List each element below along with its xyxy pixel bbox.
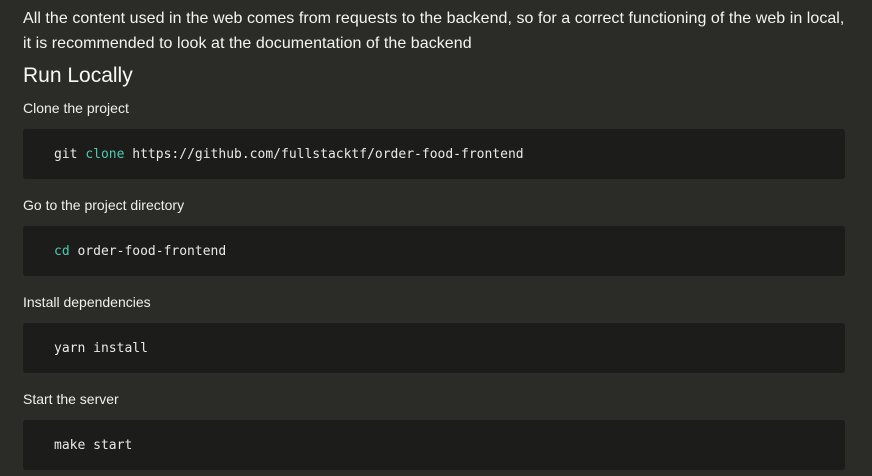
code-command: yarn install xyxy=(54,340,148,356)
step-label-start: Start the server xyxy=(23,391,119,407)
code-command-prefix: git xyxy=(54,146,86,162)
step-label-directory: Go to the project directory xyxy=(23,197,185,213)
code-command-args: order-food-frontend xyxy=(69,243,227,259)
step-label-clone: Clone the project xyxy=(23,100,129,116)
section-title: Run Locally xyxy=(23,64,133,87)
code-block-clone[interactable]: git clone https://github.com/fullstacktf… xyxy=(23,129,845,179)
code-block-start[interactable]: make start xyxy=(23,420,845,470)
code-command-args: https://github.com/fullstacktf/order-foo… xyxy=(124,146,524,162)
step-label-install: Install dependencies xyxy=(23,294,151,310)
code-block-directory[interactable]: cd order-food-frontend xyxy=(23,226,845,276)
code-keyword: cd xyxy=(54,243,70,259)
code-block-install[interactable]: yarn install xyxy=(23,323,845,373)
intro-paragraph: All the content used in the web comes fr… xyxy=(23,10,845,52)
code-keyword: clone xyxy=(85,146,125,162)
code-command: make start xyxy=(54,437,133,453)
readme-content: All the content used in the web comes fr… xyxy=(23,0,845,470)
